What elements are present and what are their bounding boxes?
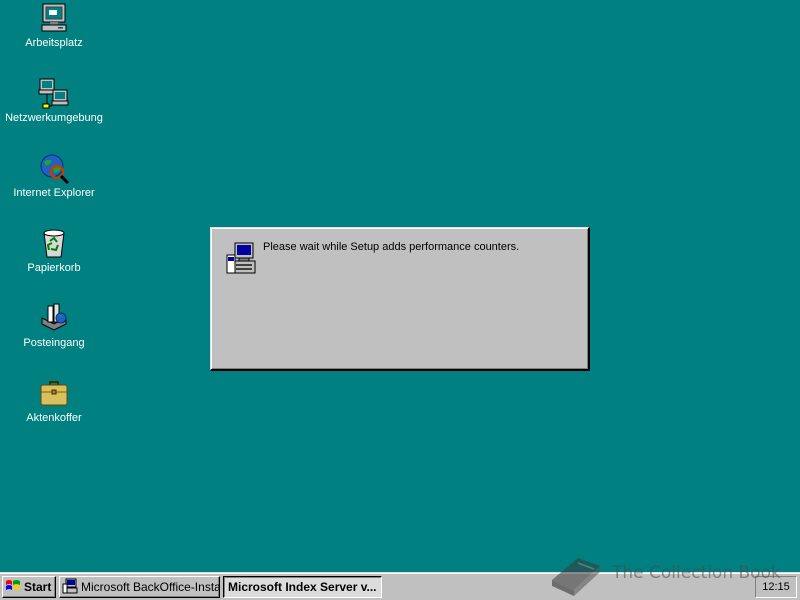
windows-logo-icon — [6, 580, 20, 590]
setup-computer-icon — [226, 242, 256, 274]
network-neighborhood-icon — [38, 78, 69, 109]
recycle-bin-icon — [43, 229, 65, 258]
desktop-icon-aktenkoffer[interactable]: Aktenkoffer — [4, 377, 104, 424]
inbox-icon — [41, 303, 67, 331]
desktop-icon-label: Papierkorb — [27, 262, 81, 274]
dialog-message: Please wait while Setup adds performance… — [263, 241, 520, 253]
clock[interactable]: 12:15 — [762, 581, 790, 593]
briefcase-icon — [40, 381, 68, 406]
desktop-icon-label: Internet Explorer — [13, 187, 95, 199]
system-tray: 12:15 — [755, 576, 797, 598]
internet-explorer-icon — [40, 154, 70, 184]
desktop-icon-arbeitsplatz[interactable]: Arbeitsplatz — [4, 2, 104, 49]
taskbar-button-index-server[interactable]: Microsoft Index Server v... — [223, 576, 382, 598]
taskbar-button-backoffice-setup[interactable]: Microsoft BackOffice-Instal... — [59, 576, 220, 598]
desktop-icon-posteingang[interactable]: Posteingang — [4, 302, 104, 349]
desktop-icon-label: Posteingang — [23, 337, 85, 349]
taskbar-button-label: Microsoft Index Server v... — [228, 580, 377, 594]
start-button[interactable]: Start — [2, 576, 56, 598]
desktop-icon-label: Arbeitsplatz — [25, 37, 83, 49]
setup-app-icon — [62, 578, 78, 594]
taskbar: Start Microsoft BackOffice-Instal... Mic… — [0, 572, 800, 600]
desktop-icon-label: Netzwerkumgebung — [5, 112, 103, 124]
setup-dialog: Please wait while Setup adds performance… — [210, 227, 590, 371]
desktop-icon-papierkorb[interactable]: Papierkorb — [4, 227, 104, 274]
start-label: Start — [24, 580, 52, 594]
desktop: Arbeitsplatz Netzwerkumgebung Internet E… — [0, 0, 800, 572]
desktop-icon-internet-explorer[interactable]: Internet Explorer — [4, 152, 104, 199]
desktop-icon-label: Aktenkoffer — [26, 412, 82, 424]
taskbar-button-label: Microsoft BackOffice-Instal... — [81, 580, 220, 594]
my-computer-icon — [41, 3, 67, 32]
desktop-icon-netzwerkumgebung[interactable]: Netzwerkumgebung — [4, 77, 104, 124]
